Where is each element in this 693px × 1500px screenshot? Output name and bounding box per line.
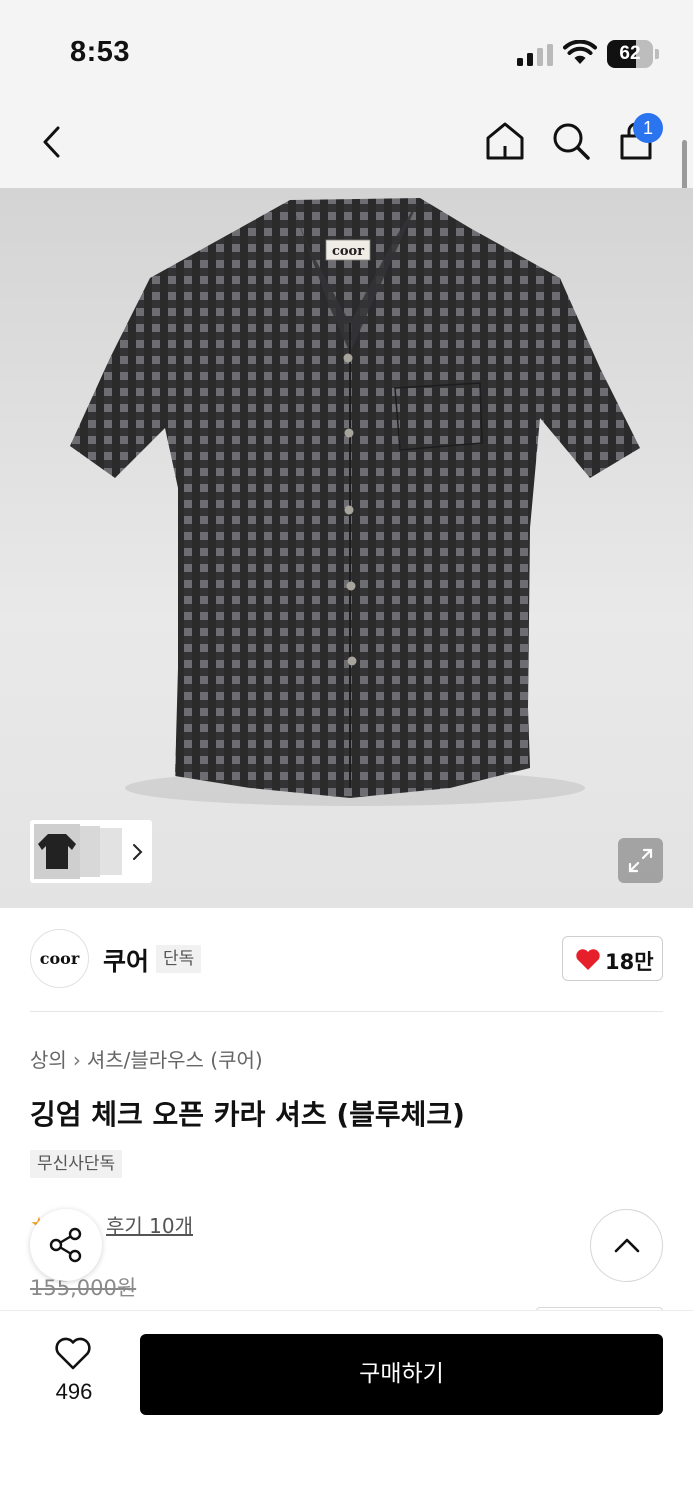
cart-count-badge: 1 xyxy=(633,113,663,143)
status-bar: 8:53 62 xyxy=(0,0,693,100)
scroll-to-top-button[interactable] xyxy=(590,1209,663,1282)
review-link[interactable]: 후기 10개 xyxy=(106,1210,193,1239)
battery-level: 62 xyxy=(619,43,641,64)
expand-image-button[interactable] xyxy=(618,838,663,883)
brand-logo[interactable]: coor xyxy=(30,929,89,988)
buy-button[interactable]: 구매하기 xyxy=(140,1334,663,1415)
share-button[interactable] xyxy=(30,1209,102,1281)
shirt-photo: coor xyxy=(70,198,640,806)
chevron-right-icon[interactable] xyxy=(130,838,146,866)
shirt-label-text: coor xyxy=(332,244,364,259)
product-title: 깅엄 체크 오픈 카라 셔츠 (블루체크) xyxy=(30,1098,465,1131)
status-time: 8:53 xyxy=(70,36,131,68)
brand-like-button[interactable]: 18만 xyxy=(562,936,663,981)
wifi-icon xyxy=(563,40,597,64)
breadcrumb-item[interactable]: 상의 xyxy=(30,1044,67,1073)
top-nav-bar xyxy=(0,100,693,188)
wishlist-heart-icon[interactable] xyxy=(54,1337,92,1371)
divider xyxy=(30,1011,663,1012)
thumbnail-1[interactable] xyxy=(34,824,80,879)
thumbnail-shirt-icon xyxy=(38,834,76,869)
chevron-up-icon xyxy=(614,1238,640,1253)
battery-indicator: 62 xyxy=(607,40,659,68)
brand-name[interactable]: 쿠어 xyxy=(103,942,149,978)
thumbnail-3[interactable] xyxy=(98,828,122,875)
brand-like-count: 18만 xyxy=(605,950,654,974)
home-icon[interactable] xyxy=(484,120,526,164)
search-icon[interactable] xyxy=(550,120,592,164)
wishlist-count: 496 xyxy=(55,1379,93,1404)
exclusive-tag: 무신사단독 xyxy=(30,1150,123,1178)
cellular-signal-icon xyxy=(517,44,553,66)
back-arrow-icon[interactable] xyxy=(36,120,70,164)
breadcrumb-item[interactable]: 셔츠/블라우스 (쿠어) xyxy=(87,1044,263,1073)
breadcrumb-separator-icon: › xyxy=(72,1048,81,1072)
product-image[interactable]: coor xyxy=(0,188,693,908)
thumbnail-strip[interactable] xyxy=(30,820,152,883)
share-icon xyxy=(49,1227,82,1263)
heart-filled-icon xyxy=(576,949,600,970)
expand-icon xyxy=(628,848,653,873)
brand-exclusive-tag: 단독 xyxy=(156,945,202,973)
breadcrumb: 상의 › 셔츠/블라우스 (쿠어) xyxy=(30,1044,263,1073)
